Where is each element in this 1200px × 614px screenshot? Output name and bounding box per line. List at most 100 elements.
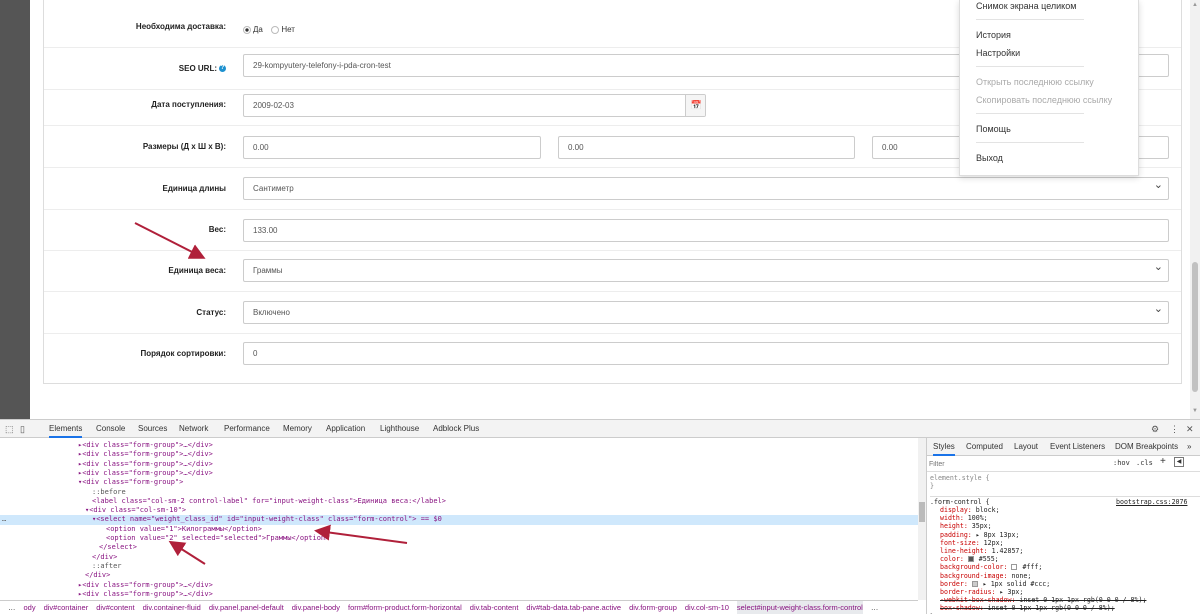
dom-node-line[interactable]: <label class="col-sm-2 control-label" fo… [92, 497, 446, 506]
breadcrumb-item[interactable]: … [8, 601, 16, 614]
breadcrumb-item[interactable]: div.tab-content [470, 601, 519, 614]
dom-node-line[interactable]: <option value="1">Килограммы</option> [106, 525, 262, 534]
tab-network[interactable]: Network [179, 420, 208, 438]
color-swatch[interactable] [967, 556, 974, 563]
menu-item-help[interactable]: Помощь [976, 124, 1011, 134]
date-input[interactable]: 2009-02-03 📅 [243, 94, 706, 117]
menu-item-history[interactable]: История [976, 30, 1011, 40]
tab-sources[interactable]: Sources [138, 420, 167, 438]
css-source-link[interactable]: bootstrap.css:2076 [1116, 498, 1187, 506]
tab-lighthouse[interactable]: Lighthouse [380, 420, 419, 438]
menu-item-fullscreen-screenshot[interactable]: Снимок экрана целиком [976, 1, 1076, 11]
css-property[interactable]: display: block; [940, 506, 1000, 514]
dom-node-line[interactable]: ▾<div class="col-sm-10"> [85, 506, 186, 515]
breadcrumb-item[interactable]: div.container-fluid [143, 601, 201, 614]
toggle-sidebar-icon[interactable]: ◀ [1174, 457, 1184, 467]
breadcrumb-item[interactable]: div#tab-data.tab-pane.active [526, 601, 621, 614]
scrollbar-thumb[interactable] [919, 502, 925, 522]
css-property[interactable]: border-radius: ▸ 3px; [940, 588, 1023, 596]
dom-node-line[interactable]: ▸<div class="form-group">…</div> [78, 450, 213, 459]
width-input[interactable]: 0.00 [558, 136, 855, 159]
length-input[interactable]: 0.00 [243, 136, 541, 159]
selected-dom-node[interactable]: ▾<select name="weight_class_id" id="inpu… [0, 515, 918, 525]
status-select[interactable]: Включено [243, 301, 1169, 324]
dom-node-line[interactable]: ▸<div class="form-group">…</div> [78, 441, 213, 450]
tab-application[interactable]: Application [326, 420, 365, 438]
delivery-no-radio[interactable] [271, 25, 280, 34]
scroll-up-icon[interactable]: ▲ [1192, 2, 1198, 8]
css-property[interactable]: width: 100%; [940, 514, 988, 522]
breadcrumb-item[interactable]: div.col-sm-10 [685, 601, 729, 614]
dom-node-line[interactable]: ::after [92, 562, 122, 571]
breadcrumb-item[interactable]: ody [24, 601, 36, 614]
breadcrumb-item[interactable]: div.panel.panel-default [209, 601, 284, 614]
dom-node-line[interactable]: ▸<div class="form-group">…</div> [78, 590, 213, 599]
css-property[interactable]: padding: ▸ 8px 13px; [940, 531, 1019, 539]
breadcrumb-item[interactable]: div#content [96, 601, 134, 614]
breadcrumb-item[interactable]: div#container [44, 601, 89, 614]
dom-node-line[interactable]: ::before [92, 488, 126, 497]
scroll-down-icon[interactable]: ▼ [1192, 408, 1198, 414]
tab-performance[interactable]: Performance [224, 420, 270, 438]
dom-node-line[interactable]: ▸<div class="form-group">…</div> [78, 460, 213, 469]
page: Необходима доставка: Да Нет SEO URL:? 29… [0, 0, 1200, 614]
form-row-weight-unit: Единица веса: Граммы [44, 250, 1181, 292]
length-unit-select[interactable]: Сантиметр [243, 177, 1169, 200]
scrollbar-thumb[interactable] [1192, 262, 1198, 392]
tab-event-listeners[interactable]: Event Listeners [1050, 438, 1105, 456]
tab-layout[interactable]: Layout [1014, 438, 1038, 456]
breadcrumb-item[interactable]: select#input-weight-class.form-control [736, 601, 863, 614]
tab-memory[interactable]: Memory [283, 420, 312, 438]
menu-item-settings[interactable]: Настройки [976, 48, 1020, 58]
delivery-yes-radio[interactable] [243, 25, 251, 34]
tab-computed[interactable]: Computed [966, 438, 1003, 456]
help-icon[interactable]: ? [219, 65, 226, 73]
css-property[interactable]: background-color: #fff; [940, 563, 1042, 571]
css-property[interactable]: font-size: 12px; [940, 539, 1004, 547]
inspect-element-icon[interactable]: ⬚ [5, 420, 14, 438]
breadcrumb-item[interactable]: div.form-group [629, 601, 677, 614]
breadcrumb-item[interactable]: … [871, 601, 879, 614]
breadcrumb-item[interactable]: form#form-product.form-horizontal [348, 601, 462, 614]
tab-elements[interactable]: Elements [49, 420, 83, 438]
dom-node-line[interactable]: </div> [85, 571, 110, 580]
more-tabs-icon[interactable]: » [1187, 438, 1191, 456]
sort-order-input[interactable]: 0 [243, 342, 1169, 365]
dom-node-line[interactable]: </div> [92, 553, 117, 562]
menu-item-exit[interactable]: Выход [976, 153, 1003, 163]
hov-toggle[interactable]: :hov [1113, 459, 1130, 467]
css-property[interactable]: height: 35px; [940, 522, 992, 530]
tab-adblock-plus[interactable]: Adblock Plus [433, 420, 479, 438]
dom-node-line[interactable]: ▾<div class="form-group"> [78, 478, 183, 487]
styles-filter-input[interactable] [929, 458, 1079, 470]
dom-node-line[interactable]: <option value="2" selected="selected">Гр… [106, 534, 329, 543]
more-options-icon[interactable]: ⋮ [1170, 420, 1179, 438]
node-options-icon[interactable]: … [2, 515, 6, 524]
elements-scrollbar[interactable] [918, 438, 926, 600]
css-property[interactable]: box-shadow: inset 0 1px 1px rgb(0 0 0 / … [940, 604, 1115, 612]
cls-toggle[interactable]: .cls [1136, 459, 1153, 467]
css-property[interactable]: line-height: 1.42857; [940, 547, 1023, 555]
css-property[interactable]: background-image: none; [940, 572, 1031, 580]
calendar-icon[interactable]: 📅 [685, 95, 705, 116]
page-scrollbar[interactable]: ▲ ▼ [1190, 0, 1200, 420]
breadcrumb-item[interactable]: div.panel-body [292, 601, 340, 614]
weight-input[interactable]: 133.00 [243, 219, 1169, 242]
color-swatch[interactable] [971, 580, 978, 587]
dom-node-line[interactable]: </select> [99, 543, 137, 552]
close-icon[interactable]: ✕ [1186, 420, 1194, 438]
add-rule-icon[interactable]: + [1160, 456, 1166, 467]
device-toolbar-icon[interactable]: ▯ [20, 420, 25, 438]
css-property[interactable]: border: ▸ 1px solid #ccc; [940, 580, 1050, 588]
form-row-weight: Вес: 133.00 [44, 209, 1181, 251]
dom-node-line[interactable]: ▸<div class="form-group">…</div> [78, 581, 213, 590]
tab-dom-breakpoints[interactable]: DOM Breakpoints [1115, 438, 1178, 456]
settings-gear-icon[interactable]: ⚙ [1151, 420, 1159, 438]
color-swatch[interactable] [1011, 564, 1018, 571]
tab-styles[interactable]: Styles [933, 438, 955, 456]
weight-unit-select[interactable]: Граммы [243, 259, 1169, 282]
css-property[interactable]: -webkit-box-shadow: inset 0 1px 1px rgb(… [940, 596, 1146, 604]
dom-node-line[interactable]: ▸<div class="form-group">…</div> [78, 469, 213, 478]
css-property[interactable]: color: #555; [940, 555, 999, 563]
tab-console[interactable]: Console [96, 420, 125, 438]
